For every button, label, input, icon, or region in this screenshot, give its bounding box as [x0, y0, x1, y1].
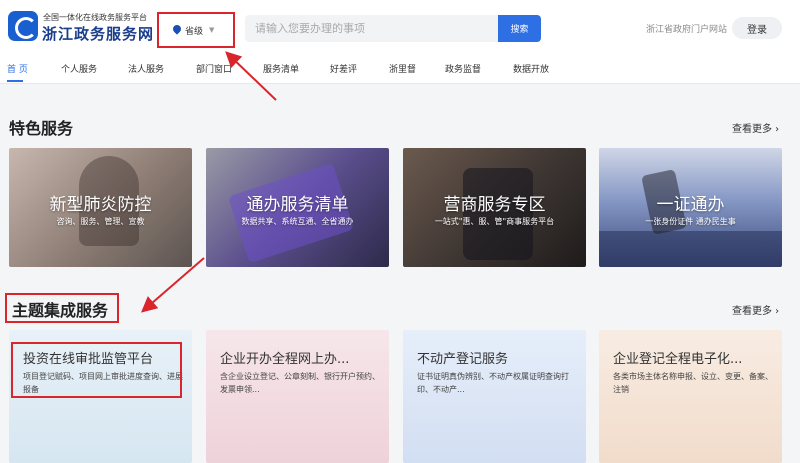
card-photo	[599, 231, 782, 267]
card-description: 证书证明真伪辨别、不动产权属证明查询打印、不动产...	[417, 372, 569, 394]
main-nav: 首 页 个人服务 法人服务 部门窗口 服务清单 好差评 浙里督 政务监督 数据开…	[0, 56, 800, 84]
theme-card-investment[interactable]: 投资在线审批监管平台 项目登记赋码、项目网上审批进度查询、进展报备	[9, 330, 192, 463]
card-title: 企业登记全程电子化...	[613, 352, 743, 367]
nav-item-personal[interactable]: 个人服务	[61, 62, 97, 75]
card-title: 投资在线审批监管平台	[23, 352, 154, 367]
theme-card-real-estate[interactable]: 不动产登记服务 证书证明真伪辨别、不动产权属证明查询打印、不动产...	[403, 330, 586, 463]
theme-card-e-registration[interactable]: 企业登记全程电子化... 各类市场主体名称申报、设立、变更、备案、注销	[599, 330, 782, 463]
logo-subtitle: 全国一体化在线政务服务平台	[43, 13, 147, 22]
location-pin-icon	[173, 25, 181, 35]
card-title: 不动产登记服务	[417, 352, 509, 367]
nav-item-service-list[interactable]: 服务清单	[263, 62, 299, 75]
region-select[interactable]: 省级 ▼	[169, 20, 229, 40]
feature-card-one-id[interactable]: 一证通办 一张身份证件 通办民生事	[599, 148, 782, 267]
nav-item-home[interactable]: 首 页	[7, 62, 28, 75]
card-description: 项目登记赋码、项目网上审批进度查询、进展报备	[23, 372, 183, 394]
region-label: 省级	[185, 26, 204, 37]
portal-link[interactable]: 浙江省政府门户网站	[646, 22, 727, 35]
card-title: 一证通办	[656, 195, 725, 215]
theme-card-company-setup[interactable]: 企业开办全程网上办... 含企业设立登记、公章刻制、银行开户预约、发票申领...	[206, 330, 389, 463]
logo-icon[interactable]	[8, 11, 38, 41]
caret-down-icon: ▼	[209, 26, 215, 34]
themes-more-link[interactable]: 查看更多 ›	[732, 302, 779, 317]
nav-item-open-data[interactable]: 数据开放	[513, 62, 549, 75]
card-title: 企业开办全程网上办...	[220, 352, 350, 367]
card-title: 通办服务清单	[246, 195, 349, 215]
search-input[interactable]	[245, 15, 499, 42]
nav-item-departments[interactable]: 部门窗口	[196, 62, 232, 75]
card-title: 营商服务专区	[443, 195, 546, 215]
nav-item-supervise[interactable]: 浙里督	[389, 62, 416, 75]
card-subtitle: 数据共享、系统互通、全省通办	[241, 217, 354, 226]
card-subtitle: 一张身份证件 通办民生事	[645, 217, 736, 226]
card-subtitle: 咨询、服务、管理、宣教	[56, 217, 145, 226]
card-title: 新型肺炎防控	[49, 195, 152, 215]
featured-section-title: 特色服务	[9, 119, 74, 138]
nav-active-indicator	[7, 80, 23, 82]
feature-card-universal-service[interactable]: 通办服务清单 数据共享、系统互通、全省通办	[206, 148, 389, 267]
search-button[interactable]: 搜索	[498, 15, 541, 42]
login-button[interactable]: 登录	[732, 17, 782, 39]
card-description: 各类市场主体名称申报、设立、变更、备案、注销	[613, 372, 773, 394]
nav-item-rating[interactable]: 好差评	[330, 62, 357, 75]
themes-section-title: 主题集成服务	[12, 301, 109, 320]
site-header: 全国一体化在线政务服务平台 浙江政务服务网 省级 ▼ 搜索 浙江省政府门户网站 …	[0, 0, 800, 56]
nav-item-corporate[interactable]: 法人服务	[128, 62, 164, 75]
card-description: 含企业设立登记、公章刻制、银行开户预约、发票申领...	[220, 372, 380, 394]
card-subtitle: 一站式"惠、服、管"商事服务平台	[434, 217, 555, 226]
featured-more-link[interactable]: 查看更多 ›	[732, 120, 779, 135]
logo-title[interactable]: 浙江政务服务网	[42, 23, 154, 44]
feature-card-business-zone[interactable]: 营商服务专区 一站式"惠、服、管"商事服务平台	[403, 148, 586, 267]
feature-card-epidemic[interactable]: 新型肺炎防控 咨询、服务、管理、宣教	[9, 148, 192, 267]
nav-item-gov-supervision[interactable]: 政务监督	[445, 62, 481, 75]
